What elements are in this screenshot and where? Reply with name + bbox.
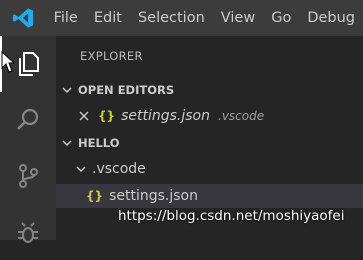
title-bar: File Edit Selection View Go Debug [0, 0, 363, 36]
tree-folder-vscode[interactable]: .vscode [56, 157, 363, 181]
activity-debug-button[interactable] [0, 204, 56, 260]
debug-icon [18, 222, 38, 243]
files-icon [19, 52, 39, 76]
workspace-label: HELLO [78, 136, 120, 150]
watermark-text: https://blog.csdn.net/moshiyaofei [118, 208, 345, 224]
explorer-title: EXPLORER [80, 49, 143, 63]
menu-debug[interactable]: Debug [299, 0, 363, 36]
workspace-header[interactable]: HELLO [56, 131, 363, 155]
open-editor-item[interactable]: {} settings.json .vscode [56, 104, 363, 128]
open-editor-folder: .vscode [218, 109, 265, 123]
mouse-pointer-icon [1, 50, 14, 73]
search-icon [17, 108, 39, 130]
menu-bar: File Edit Selection View Go Debug [46, 0, 363, 36]
chevron-down-icon [56, 137, 78, 149]
file-label: settings.json [109, 188, 198, 204]
open-editors-label: OPEN EDITORS [78, 83, 175, 97]
vscode-logo-icon [0, 0, 46, 36]
menu-edit[interactable]: Edit [86, 0, 130, 36]
source-control-icon [19, 164, 38, 188]
menu-view[interactable]: View [213, 0, 263, 36]
activity-source-control-button[interactable] [0, 148, 56, 204]
activity-search-button[interactable] [0, 92, 56, 148]
open-editor-filename: settings.json [121, 108, 210, 124]
open-editors-header[interactable]: OPEN EDITORS [56, 78, 363, 102]
json-icon: {} [86, 189, 104, 203]
menu-go[interactable]: Go [263, 0, 299, 36]
chevron-down-icon [56, 84, 78, 96]
folder-label: .vscode [92, 161, 146, 177]
chevron-down-icon [70, 163, 92, 175]
close-icon[interactable] [78, 110, 90, 122]
tree-file-settings[interactable]: {} settings.json [56, 184, 363, 208]
menu-selection[interactable]: Selection [130, 0, 213, 36]
json-icon: {} [98, 109, 116, 123]
menu-file[interactable]: File [46, 0, 86, 36]
